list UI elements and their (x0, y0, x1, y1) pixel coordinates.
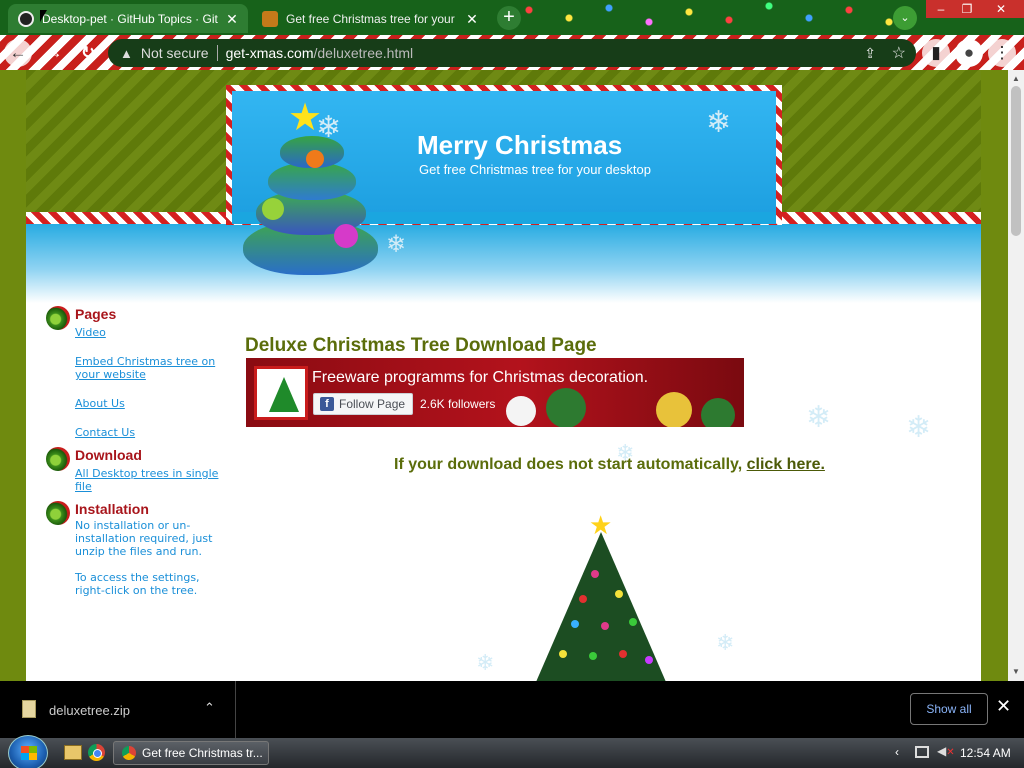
page-title: Deluxe Christmas Tree Download Page (245, 335, 597, 356)
scrollbar-thumb[interactable] (1011, 86, 1021, 236)
taskbar-window-title: Get free Christmas tr... (142, 746, 263, 760)
snowflake-icon: ❄ (706, 106, 732, 139)
back-button[interactable]: ← (4, 39, 32, 67)
sidebar-heading-download: Download (75, 447, 142, 463)
system-clock[interactable]: 12:54 AM (960, 746, 1011, 760)
sidebar-heading-pages: Pages (75, 306, 117, 322)
extensions-puzzle-icon[interactable]: ▮ (922, 39, 950, 67)
tab-strip: Desktop-pet · GitHub Topics · Git ✕ Get … (0, 0, 1024, 35)
windows-taskbar: Get free Christmas tr... ‹ ◀✕ 12:54 AM (0, 735, 1024, 768)
facebook-page-thumbnail[interactable] (254, 366, 308, 420)
star-icon: ★ (288, 97, 323, 139)
download-shelf: deluxetree.zip ⌃ Show all ✕ (0, 681, 1024, 738)
site-favicon-icon (262, 10, 278, 27)
security-label: Not secure (140, 45, 209, 61)
snowflake-icon: ❄ (476, 650, 495, 675)
mouse-cursor-icon (40, 10, 47, 22)
settings-instructions: To access the settings, right-click on t… (75, 571, 200, 597)
warning-icon: ▲ (120, 45, 133, 61)
taskbar-chrome-window[interactable]: Get free Christmas tr... (113, 741, 269, 765)
follower-count: 2.6K followers (420, 397, 496, 411)
bookmark-star-icon[interactable]: ☆ (892, 43, 906, 63)
start-button[interactable] (8, 735, 48, 768)
site-subtitle: Get free Christmas tree for your desktop (419, 162, 651, 177)
ornament-icon (46, 306, 70, 330)
site-title: Merry Christmas (417, 130, 623, 160)
download-file-name: deluxetree.zip (49, 703, 130, 718)
sidebar: Pages Video Embed Christmas tree on your… (46, 306, 226, 605)
windows-logo-icon (21, 746, 37, 760)
sidebar-link-about[interactable]: About Us (75, 397, 226, 410)
page-viewport: ❄ ❄ ❄ ❄ ❄ ❄ ❄ ❄ ★ Merry Christmas Get fr… (0, 70, 1024, 681)
show-all-button[interactable]: Show all (910, 693, 988, 725)
facebook-icon: f (320, 397, 334, 411)
sidebar-heading-installation: Installation (75, 501, 149, 517)
chevron-up-icon[interactable]: ⌃ (204, 700, 215, 716)
new-tab-button[interactable]: + (497, 6, 521, 30)
close-shelf-button[interactable]: ✕ (996, 696, 1011, 717)
volume-muted-icon[interactable]: ◀✕ (937, 744, 955, 758)
ornament-icon (46, 447, 70, 471)
tray-chevron-icon[interactable]: ‹ (895, 745, 899, 759)
url-host: get-xmas.com (225, 45, 314, 61)
url-text: get-xmas.com/deluxetree.html (226, 45, 414, 61)
divider (216, 45, 218, 61)
share-icon[interactable]: ⇪ (864, 45, 876, 62)
snowflake-icon: ❄ (906, 411, 932, 444)
address-bar[interactable]: ▲ Not secure get-xmas.com/deluxetree.htm… (108, 39, 916, 67)
sidebar-link-video[interactable]: Video (75, 326, 226, 339)
forward-button[interactable]: → (40, 39, 68, 67)
header-sky (26, 218, 981, 303)
sidebar-section-pages: Pages Video Embed Christmas tree on your… (46, 306, 226, 439)
snowflake-icon: ❄ (716, 630, 735, 655)
github-icon (18, 10, 34, 27)
chrome-icon[interactable] (88, 744, 105, 761)
follow-page-button[interactable]: f Follow Page (313, 393, 413, 415)
snowflake-icon: ❄ (806, 401, 832, 434)
download-message-text: If your download does not start automati… (394, 456, 743, 473)
facebook-page-name[interactable]: Freeware programms for Christmas decorat… (312, 369, 648, 387)
file-explorer-icon[interactable] (64, 745, 82, 760)
tab-search-button[interactable]: ⌄ (893, 6, 917, 30)
tab-get-xmas[interactable]: Get free Christmas tree for your ✕ (252, 4, 488, 33)
web-page: ❄ ❄ ❄ ❄ ❄ ❄ ❄ ❄ ★ Merry Christmas Get fr… (26, 70, 981, 681)
menu-kebab-icon[interactable]: ⋮ (988, 39, 1016, 67)
download-message: If your download does not start automati… (394, 456, 825, 474)
sidebar-section-installation: Installation No installation or un-insta… (46, 501, 226, 597)
window-close-button[interactable]: ✕ (978, 0, 1024, 18)
sidebar-link-all-trees[interactable]: All Desktop trees in single file (75, 467, 226, 493)
page-scrollbar[interactable]: ▲ ▼ (1008, 70, 1024, 681)
tab-title: Get free Christmas tree for your (286, 11, 455, 26)
sidebar-section-download: Download All Desktop trees in single fil… (46, 447, 226, 493)
zip-file-icon (22, 700, 36, 718)
install-instructions: No installation or un-installation requi… (75, 519, 213, 558)
snowflake-icon: ❄ (386, 231, 407, 258)
header-christmas-tree-image: ★ (238, 97, 383, 285)
download-item[interactable]: deluxetree.zip ⌃ (0, 681, 236, 738)
sidebar-link-embed[interactable]: Embed Christmas tree on your website (75, 355, 226, 381)
tab-title: Desktop-pet · GitHub Topics · Git (42, 11, 218, 26)
scroll-down-arrow-icon[interactable]: ▼ (1008, 665, 1024, 679)
star-icon: ★ (589, 510, 613, 540)
chrome-icon (122, 746, 136, 760)
tab-close-button[interactable]: ✕ (222, 9, 242, 29)
url-path: /deluxetree.html (313, 45, 414, 61)
browser-toolbar: ← → ↻ ▲ Not secure get-xmas.com/deluxetr… (0, 35, 1024, 70)
click-here-link[interactable]: click here. (747, 456, 825, 473)
profile-avatar-icon[interactable]: ● (955, 39, 983, 67)
network-icon[interactable] (915, 746, 929, 758)
tab-close-button[interactable]: ✕ (462, 9, 482, 29)
sidebar-link-contact[interactable]: Contact Us (75, 426, 226, 439)
reload-button[interactable]: ↻ (74, 39, 102, 67)
deluxe-christmas-tree-image: ★ (531, 510, 681, 681)
follow-page-label: Follow Page (339, 397, 406, 411)
facebook-page-widget: Freeware programms for Christmas decorat… (246, 358, 744, 427)
christmas-lights-theme (509, 0, 929, 35)
scroll-up-arrow-icon[interactable]: ▲ (1008, 72, 1024, 86)
ornament-icon (46, 501, 70, 525)
